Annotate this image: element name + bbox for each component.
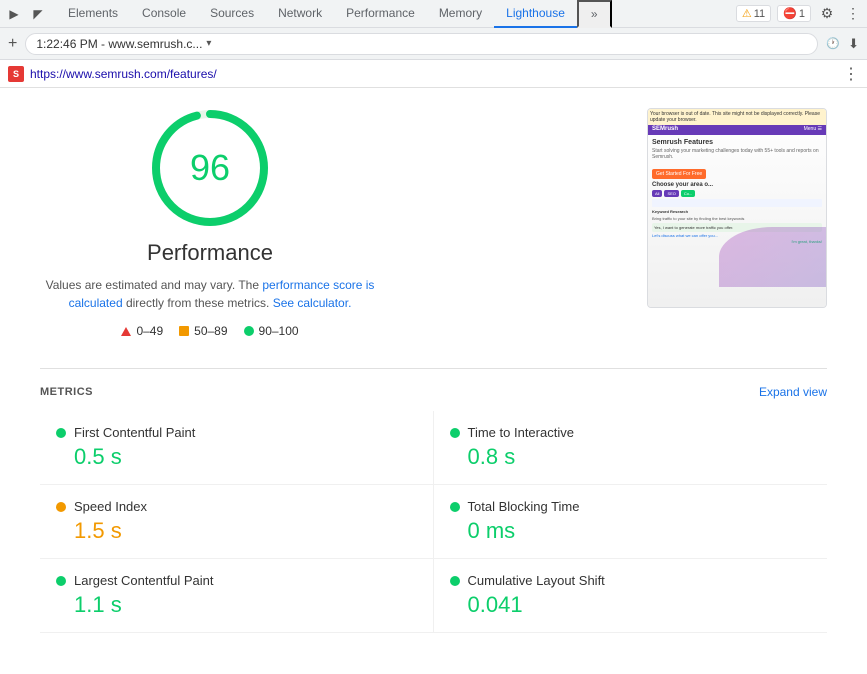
- main-content: 96 Performance Values are estimated and …: [0, 88, 867, 674]
- legend-pass: 90–100: [244, 324, 299, 338]
- errors-count: 1: [799, 8, 805, 20]
- gauge-score-value: 96: [190, 147, 230, 189]
- lcp-label: Largest Contentful Paint: [74, 573, 213, 588]
- preview-keyword-desc: Bring traffic to your site by finding th…: [652, 216, 822, 221]
- settings-icon[interactable]: ⚙: [817, 4, 837, 24]
- score-left: 96 Performance Values are estimated and …: [40, 108, 380, 338]
- devtools-titlebar: ▶ ◤ Elements Console Sources Network Per…: [0, 0, 867, 28]
- warning-icon: ⚠: [742, 7, 752, 20]
- inspect-icon[interactable]: ▶: [4, 4, 24, 24]
- address-url: www.semrush.c...: [108, 37, 202, 51]
- si-label: Speed Index: [74, 499, 147, 514]
- average-icon: [179, 326, 189, 336]
- metrics-title: METRICS: [40, 386, 93, 398]
- more-options-icon[interactable]: ⋮: [843, 4, 863, 24]
- tti-status-dot: [450, 428, 460, 438]
- preview-tag-all: All: [652, 190, 662, 197]
- devtools-tab-list: Elements Console Sources Network Perform…: [56, 0, 736, 28]
- page-preview: Your browser is out of date. This site m…: [647, 108, 827, 308]
- url-text: https://www.semrush.com/features/: [30, 67, 837, 81]
- address-dropdown-icon[interactable]: ▾: [206, 38, 211, 49]
- legend-average: 50–89: [179, 324, 227, 338]
- tbt-label: Total Blocking Time: [468, 499, 580, 514]
- preview-tag-content: Co...: [681, 190, 695, 197]
- cls-status-dot: [450, 576, 460, 586]
- tti-value: 0.8 s: [450, 444, 812, 470]
- cls-label: Cumulative Layout Shift: [468, 573, 605, 588]
- tab-network[interactable]: Network: [266, 0, 334, 28]
- metric-fcp: First Contentful Paint 0.5 s: [40, 411, 434, 485]
- metric-tti: Time to Interactive 0.8 s: [434, 411, 828, 485]
- metric-tbt: Total Blocking Time 0 ms: [434, 485, 828, 559]
- tab-sources[interactable]: Sources: [198, 0, 266, 28]
- preview-cta: Get Started For Free: [652, 169, 706, 179]
- tab-console[interactable]: Console: [130, 0, 198, 28]
- tab-performance[interactable]: Performance: [334, 0, 427, 28]
- fail-icon: [121, 327, 131, 336]
- preview-sub: Start solving your marketing challenges …: [652, 148, 822, 160]
- fcp-status-dot: [56, 428, 66, 438]
- preview-keyword-research: Keyword Research: [652, 209, 822, 214]
- perf-desc-text2: directly from these metrics.: [126, 296, 269, 310]
- preview-tag-seo: SEO: [664, 190, 678, 197]
- new-tab-button[interactable]: +: [8, 35, 17, 53]
- warnings-badge[interactable]: ⚠ 11: [736, 5, 771, 22]
- site-favicon: S: [8, 66, 24, 82]
- tab-elements[interactable]: Elements: [56, 0, 130, 28]
- performance-title: Performance: [147, 240, 273, 266]
- preview-section-title: Choose your area o...: [652, 182, 822, 188]
- preview-logo: SEMrush: [652, 126, 678, 132]
- more-tabs-button[interactable]: »: [577, 0, 612, 28]
- perf-calculator-link[interactable]: See calculator.: [273, 296, 352, 310]
- metric-si: Speed Index 1.5 s: [40, 485, 434, 559]
- device-toggle-icon[interactable]: ◤: [28, 4, 48, 24]
- perf-desc-text1: Values are estimated and may vary. The: [46, 278, 259, 292]
- url-more-icon[interactable]: ⋮: [843, 64, 859, 84]
- error-icon: ⛔: [783, 7, 797, 20]
- expand-view-button[interactable]: Expand view: [759, 385, 827, 399]
- performance-description: Values are estimated and may vary. The p…: [40, 276, 380, 312]
- legend-fail-label: 0–49: [136, 324, 163, 338]
- address-bar: + 1:22:46 PM - www.semrush.c... ▾ 🕐 ⬇: [0, 28, 867, 60]
- clock-icon: 🕐: [826, 37, 840, 50]
- address-time: 1:22:46 PM: [36, 37, 97, 51]
- tti-label: Time to Interactive: [468, 425, 574, 440]
- tab-memory[interactable]: Memory: [427, 0, 494, 28]
- fcp-label: First Contentful Paint: [74, 425, 195, 440]
- fcp-value: 0.5 s: [56, 444, 417, 470]
- metrics-header: METRICS Expand view: [40, 368, 827, 399]
- devtools-right-controls: ⚠ 11 ⛔ 1 ⚙ ⋮: [736, 4, 863, 24]
- preview-alert-banner: Your browser is out of date. This site m…: [648, 109, 826, 125]
- lcp-status-dot: [56, 576, 66, 586]
- preview-nav: Menu ☰: [804, 126, 822, 132]
- legend-average-label: 50–89: [194, 324, 227, 338]
- download-icon: ⬇: [848, 36, 859, 52]
- metric-cls: Cumulative Layout Shift 0.041: [434, 559, 828, 633]
- tbt-status-dot: [450, 502, 460, 512]
- pass-icon: [244, 326, 254, 336]
- tbt-value: 0 ms: [450, 518, 812, 544]
- si-value: 1.5 s: [56, 518, 417, 544]
- lcp-value: 1.1 s: [56, 592, 417, 618]
- devtools-controls: ▶ ◤: [4, 4, 48, 24]
- warnings-count: 11: [754, 8, 765, 20]
- si-status-dot: [56, 502, 66, 512]
- score-section: 96 Performance Values are estimated and …: [40, 108, 827, 338]
- preview-row1: [652, 199, 822, 207]
- url-bar: S https://www.semrush.com/features/ ⋮: [0, 60, 867, 88]
- preview-tags: All SEO Co...: [652, 190, 822, 197]
- cls-value: 0.041: [450, 592, 812, 618]
- performance-gauge: 96: [150, 108, 270, 228]
- score-legend: 0–49 50–89 90–100: [121, 324, 298, 338]
- legend-fail: 0–49: [121, 324, 163, 338]
- preview-decoration: [719, 227, 826, 287]
- errors-badge[interactable]: ⛔ 1: [777, 5, 811, 22]
- legend-pass-label: 90–100: [259, 324, 299, 338]
- preview-title: Semrush Features: [652, 139, 822, 146]
- metric-lcp: Largest Contentful Paint 1.1 s: [40, 559, 434, 633]
- address-input[interactable]: 1:22:46 PM - www.semrush.c... ▾: [25, 33, 818, 55]
- metrics-grid: First Contentful Paint 0.5 s Time to Int…: [40, 411, 827, 633]
- tab-lighthouse[interactable]: Lighthouse: [494, 0, 577, 28]
